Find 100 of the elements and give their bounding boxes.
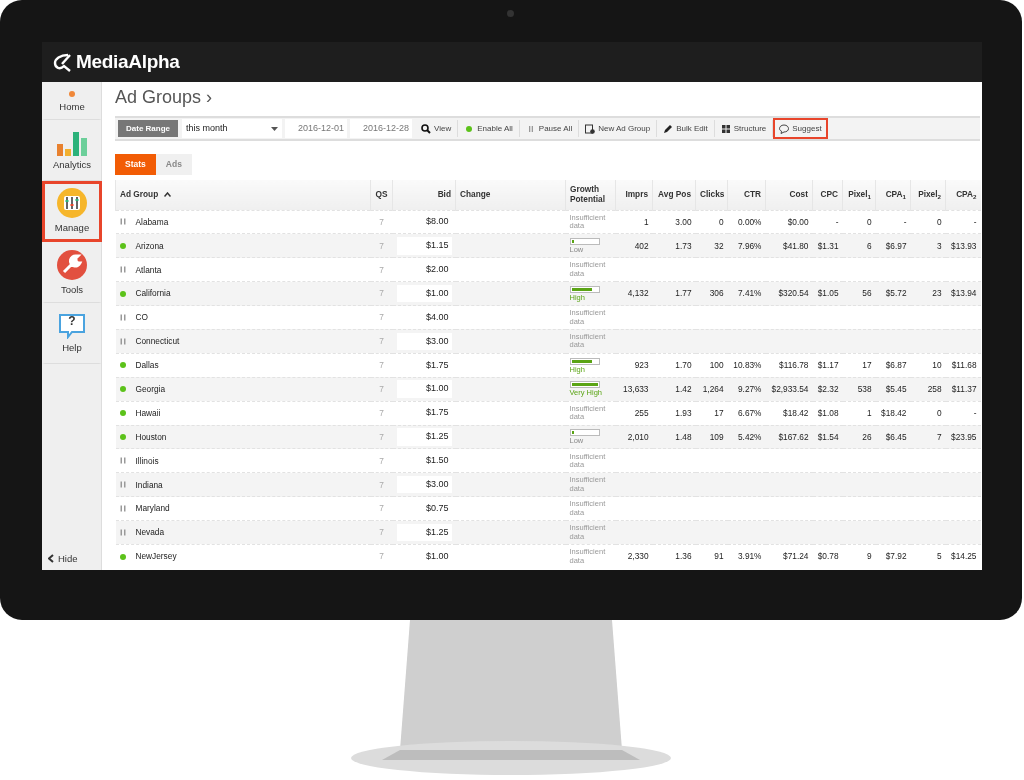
row-label[interactable]: Connecticut	[135, 335, 180, 348]
quality-score: 7	[370, 377, 393, 402]
column-header[interactable]: Bid	[392, 180, 456, 210]
row-label[interactable]: Houston	[135, 430, 167, 444]
toolbar-button[interactable]: Bulk Edit	[657, 118, 714, 139]
table-cell: $14.25	[945, 544, 981, 569]
row-label[interactable]: California	[135, 287, 171, 300]
table-cell: 3	[910, 233, 946, 258]
table-cell: $13.94	[945, 281, 981, 306]
column-header[interactable]: CPA$_{1}$	[875, 180, 911, 210]
column-header[interactable]: Pixel$_{2}$	[910, 180, 946, 210]
table-cell: 402	[615, 233, 653, 258]
row-label[interactable]: Alabama	[135, 215, 169, 229]
bid-field[interactable]: $3.00	[396, 476, 452, 494]
sidebar-item[interactable]: Manage	[42, 181, 102, 242]
sort-up-icon	[163, 192, 171, 198]
toolbar-button[interactable]: New Ad Group	[579, 118, 657, 139]
toolbar-button[interactable]: Enable All	[458, 118, 519, 139]
new-document-icon	[585, 123, 596, 134]
table-cell: $1.05	[812, 281, 843, 306]
row-label[interactable]: Nevada	[135, 526, 165, 539]
sidebar-item[interactable]: Home	[42, 82, 102, 120]
bid-field[interactable]: $1.25	[396, 523, 452, 542]
row-label[interactable]: Illinois	[135, 454, 159, 468]
column-header[interactable]: CPC	[812, 180, 843, 210]
quality-score: 7	[370, 281, 393, 306]
quality-score: 7	[370, 544, 393, 569]
table-cell: $7.92	[875, 544, 911, 569]
table-cell: 258	[910, 377, 946, 402]
column-header[interactable]: Clicks	[695, 180, 728, 210]
help-mark: ?	[67, 315, 77, 328]
table-cell: 3.91%	[727, 544, 766, 569]
sidebar-item[interactable]: Tools	[42, 242, 102, 303]
table-cell: 13,633	[615, 377, 653, 402]
hide-button[interactable]: Hide	[42, 551, 101, 570]
table-cell: 1.77	[652, 281, 696, 306]
table-cell: 26	[842, 425, 876, 449]
column-header[interactable]: Ad Group	[115, 180, 371, 210]
table-cell: $320.54	[765, 281, 813, 306]
start-date-field[interactable]: 2016-12-01	[285, 119, 347, 138]
table-cell: 1.48	[652, 425, 696, 449]
table-cell: $167.62	[765, 425, 813, 449]
column-header[interactable]: Change	[455, 180, 566, 210]
table-cell: $23.95	[945, 425, 981, 449]
table-cell: 2,010	[615, 425, 653, 449]
column-header[interactable]: Growth Potential	[565, 180, 616, 210]
end-date-field[interactable]: 2016-12-28	[350, 119, 412, 138]
logo-text: MediaAlpha	[76, 49, 180, 74]
row-label[interactable]: Indiana	[135, 478, 163, 491]
column-header[interactable]: QS	[370, 180, 393, 210]
bid-field[interactable]: $3.00	[396, 332, 452, 351]
bid-field[interactable]: $1.15	[396, 237, 452, 255]
column-header[interactable]: Avg Pos	[652, 180, 696, 210]
table-cell: 23	[910, 281, 946, 306]
row-label[interactable]: CO	[135, 311, 148, 324]
table-cell: $11.37	[945, 377, 981, 402]
quality-score: 7	[370, 472, 393, 497]
sidebar-item[interactable]: Analytics	[42, 120, 102, 181]
column-header[interactable]: Cost	[765, 180, 813, 210]
caret-down-icon	[271, 126, 278, 131]
table-cell: $5.45	[875, 377, 911, 402]
toolbar-button[interactable]: Suggest	[773, 118, 828, 139]
bid-field[interactable]: $1.00	[396, 284, 452, 303]
date-range-button[interactable]: Date Range	[118, 120, 178, 137]
row-label[interactable]: Maryland	[135, 502, 170, 515]
row-label[interactable]: Atlanta	[135, 263, 162, 276]
table-cell: $1.31	[812, 233, 843, 258]
table-cell: $2.32	[812, 377, 843, 402]
grid-icon	[720, 123, 731, 134]
speech-bubble-icon	[779, 123, 790, 134]
home-dot-icon	[68, 89, 76, 98]
toolbar-button[interactable]: View	[415, 118, 458, 139]
table-cell: 1.36	[652, 544, 696, 569]
logo-icon	[52, 52, 72, 72]
toolbar-button[interactable]: Pause All	[519, 118, 579, 139]
table-cell: 7.96%	[727, 233, 766, 258]
row-label[interactable]: Georgia	[135, 382, 166, 396]
table-cell: 5.42%	[727, 425, 766, 449]
table-cell: $13.93	[945, 233, 981, 258]
quality-score: 7	[370, 329, 393, 354]
row-label[interactable]: Dallas	[135, 359, 159, 372]
row-label[interactable]: Arizona	[135, 239, 164, 253]
page-title: Ad Groups ›	[115, 86, 214, 109]
pen-icon	[663, 123, 674, 134]
sidebar-item[interactable]: ? Help	[42, 303, 102, 364]
column-header[interactable]: Pixel$_{1}$	[842, 180, 876, 210]
period-select[interactable]: this month	[182, 119, 282, 138]
row-label[interactable]: Hawaii	[135, 406, 161, 420]
column-header[interactable]: CPA$_{2}$	[945, 180, 981, 210]
column-header[interactable]: Imprs	[615, 180, 653, 210]
table-cell: 91	[695, 544, 728, 569]
table-cell: $5.72	[875, 281, 911, 306]
bid-field[interactable]: $1.00	[396, 380, 452, 398]
table-cell: $41.80	[765, 233, 813, 258]
bid-field[interactable]: $1.25	[396, 428, 452, 446]
toolbar-button[interactable]: Structure	[714, 118, 773, 139]
table-cell: $0.78	[812, 544, 843, 569]
row-label[interactable]: NewJersey	[135, 550, 177, 563]
column-header[interactable]: CTR	[727, 180, 766, 210]
table-cell: 7.41%	[727, 281, 766, 306]
